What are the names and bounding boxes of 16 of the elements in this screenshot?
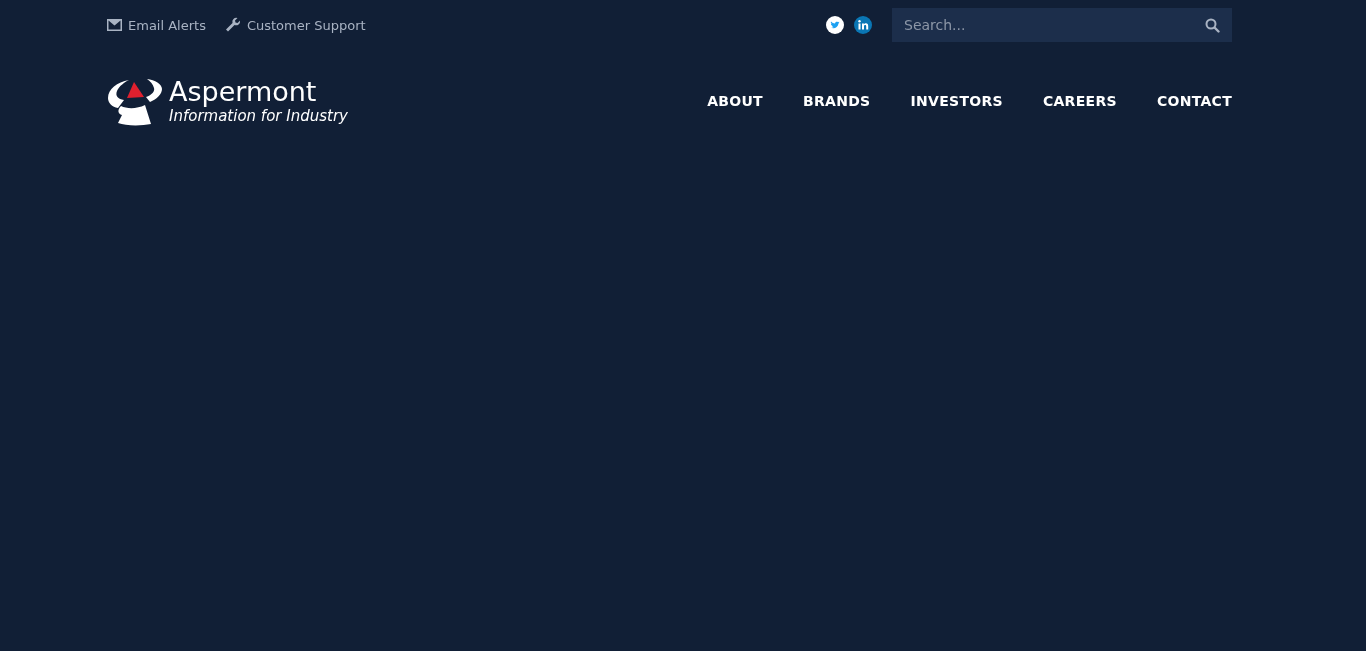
logo-tagline: Information for Industry <box>169 107 348 125</box>
twitter-icon[interactable] <box>826 16 844 34</box>
top-link[interactable]: Customer Support <box>224 17 366 33</box>
nav-link[interactable]: BRANDS <box>802 93 871 109</box>
linkedin-icon[interactable] <box>854 16 872 34</box>
top-link[interactable]: Email Alerts <box>107 17 206 33</box>
nav-link[interactable]: CONTACT <box>1156 93 1232 109</box>
nav-link[interactable]: CAREERS <box>1042 93 1117 109</box>
logo-name[interactable]: Aspermont <box>169 77 348 107</box>
nav-link[interactable]: ABOUT <box>707 93 763 109</box>
search-field[interactable]: Search... <box>892 8 1232 42</box>
envelope-icon <box>107 19 122 31</box>
nav-link[interactable]: INVESTORS <box>910 93 1003 109</box>
wrench-icon <box>224 17 241 33</box>
logo-icon[interactable] <box>107 76 163 126</box>
search-icon[interactable] <box>1205 18 1220 33</box>
